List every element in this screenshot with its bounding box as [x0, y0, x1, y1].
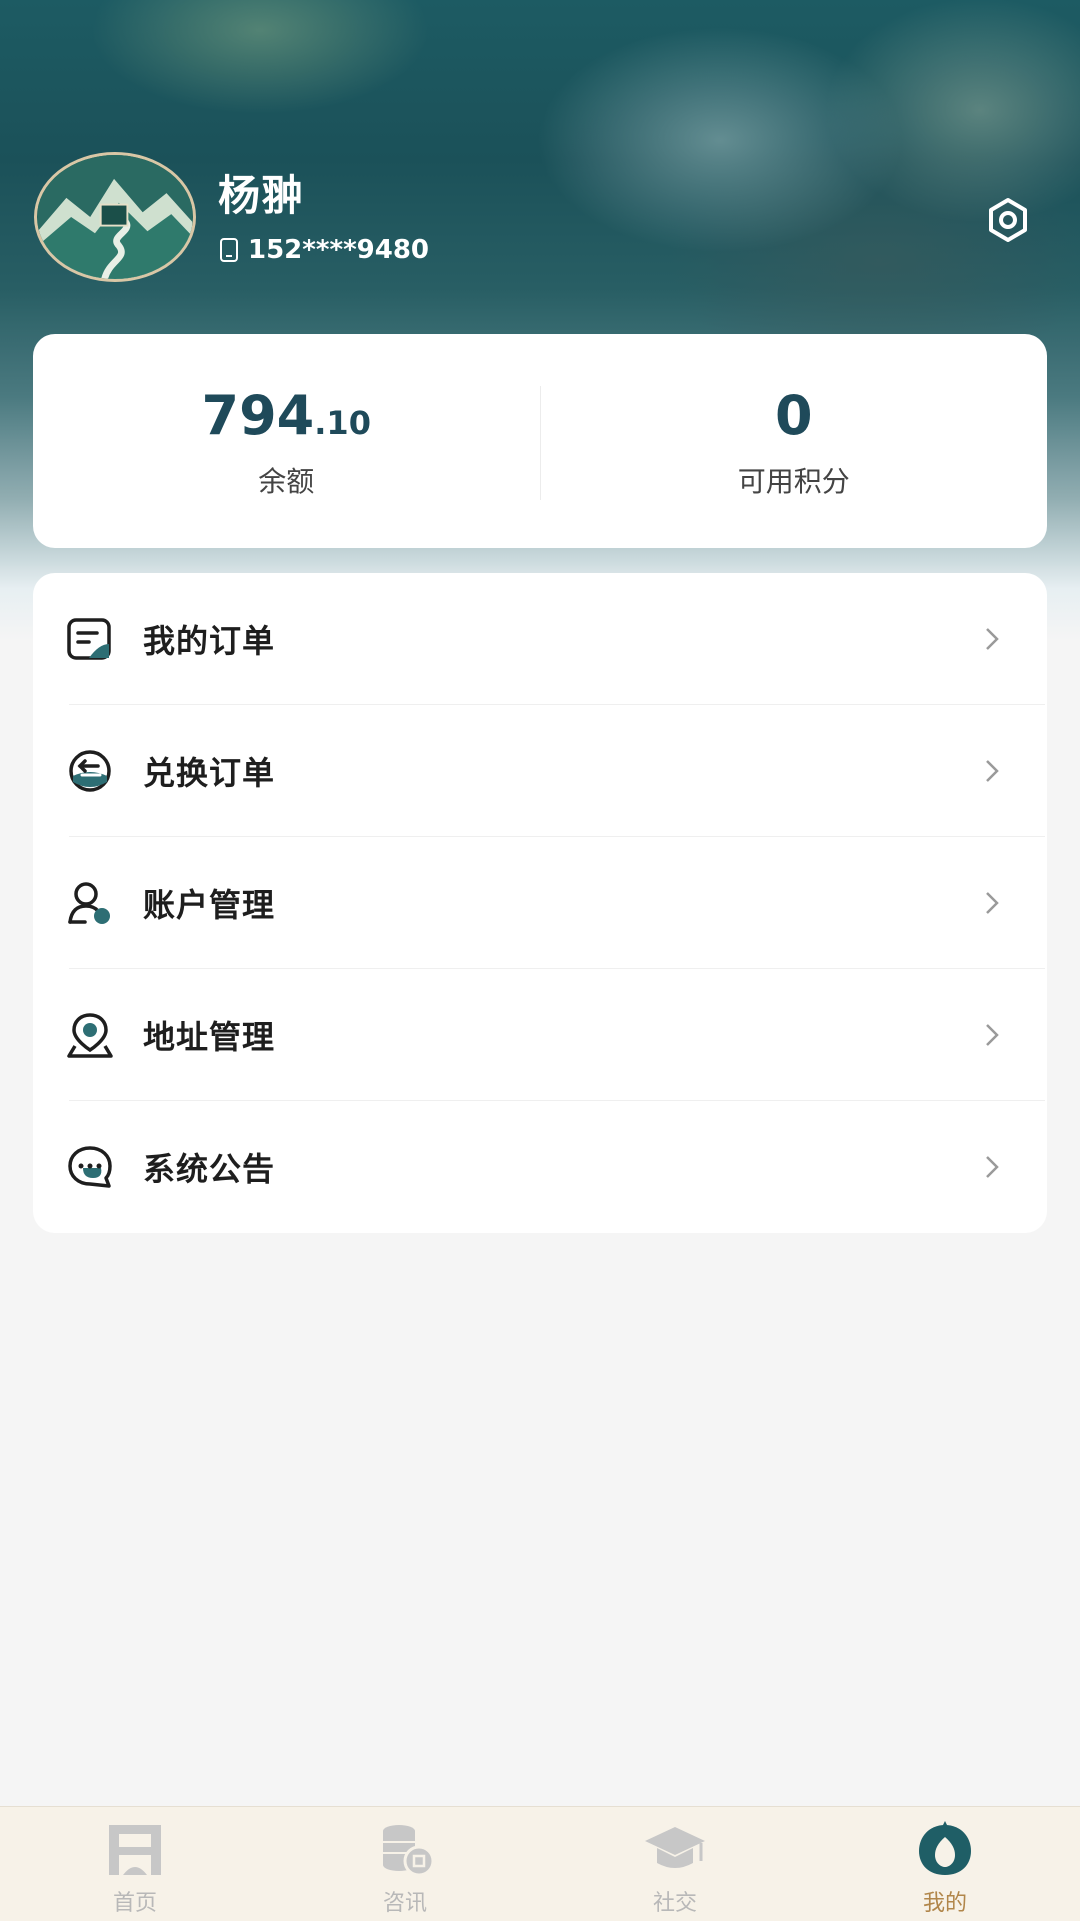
- menu-item-address-management[interactable]: 地址管理: [33, 969, 1047, 1101]
- settings-button[interactable]: [984, 196, 1032, 244]
- menu-item-label: 兑换订单: [143, 754, 276, 792]
- menu-item-label: 地址管理: [143, 1018, 276, 1056]
- menu-item-my-orders[interactable]: 我的订单: [33, 573, 1047, 705]
- menu-item-label: 我的订单: [143, 622, 276, 660]
- stats-card: 794.10 余额 0 可用积分: [33, 334, 1047, 548]
- phone-number: 152****9480: [248, 235, 430, 265]
- menu-item-label: 账户管理: [143, 886, 276, 924]
- tab-label: 社交: [652, 1891, 697, 1916]
- bottom-tab-bar: 首页 咨讯 社交 我的: [0, 1806, 1080, 1921]
- points-stat[interactable]: 0 可用积分: [541, 334, 1048, 548]
- location-icon: [67, 1013, 113, 1058]
- points-number: 0: [774, 384, 813, 447]
- tab-label: 首页: [112, 1891, 157, 1916]
- tab-label: 我的: [922, 1891, 967, 1916]
- coins-icon: [383, 1825, 435, 1877]
- balance-stat[interactable]: 794.10 余额: [33, 334, 540, 548]
- exchange-icon: [69, 750, 111, 792]
- chevron-right-icon: [986, 1024, 999, 1046]
- user-name: 杨翀: [218, 171, 305, 220]
- balance-integer: 794: [201, 384, 315, 447]
- home-icon: [109, 1825, 161, 1875]
- chevron-right-icon: [986, 1156, 999, 1178]
- menu-item-account-management[interactable]: 账户管理: [33, 837, 1047, 969]
- profile-logo-icon: [919, 1821, 971, 1875]
- points-label: 可用积分: [737, 465, 850, 498]
- order-icon: [67, 618, 111, 660]
- balance-decimal: .10: [314, 404, 371, 442]
- chevron-right-icon: [986, 892, 999, 914]
- phone-icon: [220, 238, 238, 262]
- account-icon: [68, 882, 110, 924]
- menu-item-label: 系统公告: [143, 1150, 276, 1188]
- phone-row: 152****9480: [220, 234, 429, 266]
- chevron-right-icon: [986, 628, 999, 650]
- menu-card: 我的订单 兑换订单 账户管理 地址管理 系统公告: [33, 573, 1047, 1233]
- graduation-cap-icon: [645, 1827, 705, 1868]
- tab-home[interactable]: 首页: [0, 1807, 270, 1921]
- balance-label: 余额: [258, 465, 315, 498]
- settings-icon: [989, 198, 1027, 242]
- announcement-icon: [68, 1146, 112, 1188]
- tab-mine[interactable]: 我的: [810, 1807, 1080, 1921]
- avatar-landscape-image: [37, 155, 193, 279]
- balance-value: 794.10: [201, 384, 371, 447]
- points-value: 0: [774, 384, 813, 447]
- tab-label: 咨讯: [382, 1891, 427, 1916]
- avatar[interactable]: [34, 152, 196, 282]
- tab-news[interactable]: 咨讯: [270, 1807, 540, 1921]
- chevron-right-icon: [986, 760, 999, 782]
- tab-social[interactable]: 社交: [540, 1807, 810, 1921]
- menu-item-exchange-orders[interactable]: 兑换订单: [33, 705, 1047, 837]
- menu-item-system-announcement[interactable]: 系统公告: [33, 1101, 1047, 1233]
